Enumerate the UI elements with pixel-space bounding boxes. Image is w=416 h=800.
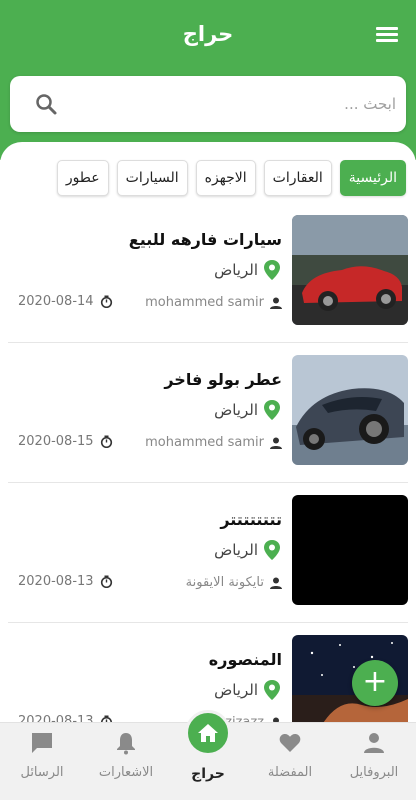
nav-favorites[interactable]: المفضلة [248,723,332,800]
search-bar [10,76,406,132]
date-text: 2020-08-13 [18,714,94,722]
person-icon [270,437,282,449]
listing-title: المنصوره [208,650,282,669]
menu-icon[interactable] [376,24,400,44]
listing-date: 2020-08-15 [18,434,113,449]
listing-location: الرياض [214,399,282,421]
nav-profile[interactable]: البروفايل [332,723,416,800]
category-real-estate[interactable]: العقارات [263,160,332,196]
location-text: الرياض [214,261,258,279]
stopwatch-icon [100,295,112,308]
listing-user: mohammed samir [145,295,282,310]
home-icon [198,724,218,742]
date-text: 2020-08-15 [18,434,94,449]
date-text: 2020-08-13 [18,574,94,589]
nav-notifications[interactable]: الاشعارات [84,723,168,800]
chat-icon [32,733,52,753]
location-text: الرياض [214,681,258,699]
listing-image [292,495,408,605]
location-text: الرياض [214,541,258,559]
nav-profile-label: البروفايل [349,765,399,780]
search-icon[interactable] [34,92,58,116]
listing-card[interactable]: تتتتتتتتر الرياض تايكونة الايقونة 2020-0… [8,483,408,623]
nav-home-label: حراج [191,766,225,782]
stopwatch-icon [100,435,112,448]
listing-date: 2020-08-13 [18,574,113,589]
person-icon [270,577,282,589]
add-listing-button[interactable]: + [352,660,398,706]
listing-card[interactable]: سيارات فارهه للبيع الرياض mohammed samir… [8,203,408,343]
location-pin-icon [264,540,280,560]
location-pin-icon [264,260,280,280]
user-name: mohammed samir [145,295,264,310]
listing-date: 2020-08-13 [18,714,113,722]
listing-user: mohammed samir [145,435,282,450]
listing-user: تايكونة الايقونة [186,575,282,590]
listing-title: سيارات فارهه للبيع [128,230,282,249]
category-cars[interactable]: السيارات [116,160,188,196]
location-pin-icon [264,400,280,420]
listing-image [292,215,408,325]
listing-card[interactable]: عطر بولو فاخر الرياض mohammed samir 2020… [8,343,408,483]
nav-messages-label: الرسائل [20,765,64,780]
category-devices[interactable]: الاجهزه [195,160,256,196]
stopwatch-icon [100,575,112,588]
user-name: zizazz [225,715,264,722]
search-input[interactable] [76,76,396,132]
bell-icon [117,733,135,755]
profile-icon [364,733,384,753]
date-text: 2020-08-14 [18,294,94,309]
nav-home[interactable] [185,710,231,756]
person-icon [270,297,282,309]
category-bar: الرئيسية العقارات الاجهزه السيارات عطور [56,160,406,196]
nav-favorites-label: المفضلة [267,765,313,780]
content-sheet: الرئيسية العقارات الاجهزه السيارات عطور … [0,142,416,722]
listing-user: zizazz [225,715,282,722]
user-name: تايكونة الايقونة [185,575,264,590]
stopwatch-icon [100,715,112,722]
listing-title: تتتتتتتتر [220,510,282,529]
nav-notifications-label: الاشعارات [98,765,154,780]
heart-icon [279,734,301,752]
user-name: mohammed samir [145,435,264,450]
listing-card[interactable]: المنصوره الرياض zizazz 2020-08-13 [8,623,408,722]
nav-messages[interactable]: الرسائل [0,723,84,800]
app-title: حراج [182,22,234,46]
location-text: الرياض [214,401,258,419]
location-pin-icon [264,680,280,700]
listing-location: الرياض [214,679,282,701]
listing-title: عطر بولو فاخر [164,370,282,389]
category-home[interactable]: الرئيسية [339,160,406,196]
listing-date: 2020-08-14 [18,294,113,309]
listing-location: الرياض [214,539,282,561]
add-icon: + [362,664,388,699]
listing-image [292,355,408,465]
listing-location: الرياض [214,259,282,281]
category-perfumes[interactable]: عطور [56,160,109,196]
